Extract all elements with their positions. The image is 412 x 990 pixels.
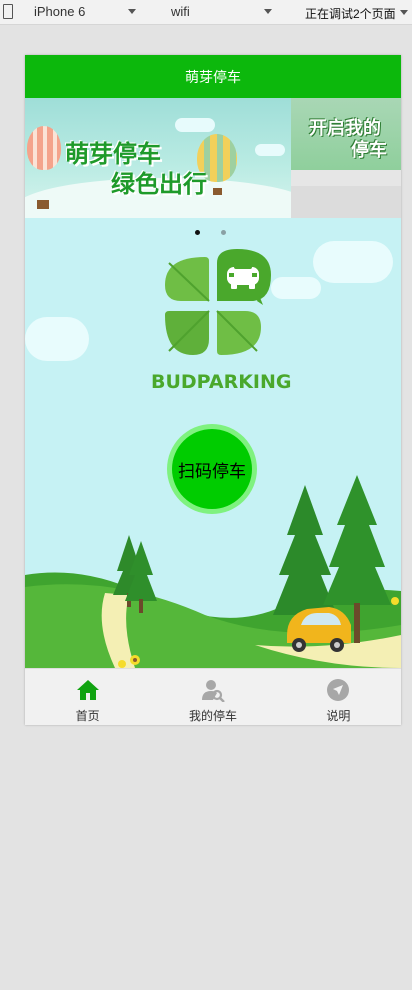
debug-status[interactable]: 正在调试2个页面 xyxy=(305,5,396,22)
balloon-basket xyxy=(213,188,222,195)
devtools-toolbar: iPhone 6 wifi 正在调试2个页面 xyxy=(0,0,412,25)
cloud-shape xyxy=(255,144,285,156)
banner-carousel[interactable]: 萌芽停车 绿色出行 开启我的 停车 xyxy=(25,98,401,218)
chevron-down-icon[interactable] xyxy=(264,9,272,14)
carousel-dot[interactable] xyxy=(221,230,226,235)
device-select[interactable]: iPhone 6 xyxy=(34,4,85,19)
device-toggle-icon[interactable] xyxy=(3,4,13,19)
banner-subline: 绿色出行 xyxy=(111,170,207,198)
tab-label: 我的停车 xyxy=(188,709,237,723)
network-select[interactable]: wifi xyxy=(171,4,190,19)
tab-my-parking[interactable]: 我的停车 xyxy=(150,669,275,725)
navigation-icon xyxy=(327,679,350,701)
phone-screen: 萌芽停车 萌芽停车 绿色出行 开启我的 停车 BUDPARKING 扫码停车 首… xyxy=(25,55,401,725)
carousel-dot-active[interactable] xyxy=(195,230,200,235)
chevron-down-icon[interactable] xyxy=(400,10,408,15)
clover-car-icon xyxy=(165,249,271,355)
budparking-logo: BUDPARKING xyxy=(151,245,292,405)
chevron-down-icon[interactable] xyxy=(128,9,136,14)
cloud-shape xyxy=(175,118,215,132)
cloud-shape xyxy=(313,241,393,283)
tab-label: 说明 xyxy=(326,709,351,723)
brand-text: BUDPARKING xyxy=(151,371,292,393)
home-icon xyxy=(76,680,99,700)
balloon-icon xyxy=(27,126,61,170)
scan-parking-label: 扫码停车 xyxy=(178,461,246,481)
page-title: 萌芽停车 xyxy=(185,68,241,85)
banner-subline: 停车 xyxy=(351,140,387,161)
tab-home[interactable]: 首页 xyxy=(25,669,150,725)
road-shape xyxy=(291,186,401,218)
bottom-tab-bar: 首页 我的停车 说明 xyxy=(25,668,401,725)
app-header: 萌芽停车 xyxy=(25,55,401,98)
cloud-shape xyxy=(25,317,89,361)
tab-instructions[interactable]: 说明 xyxy=(276,669,401,725)
banner-slide[interactable]: 萌芽停车 绿色出行 xyxy=(25,98,315,218)
scan-parking-button[interactable]: 扫码停车 xyxy=(172,429,252,509)
user-search-icon xyxy=(201,680,225,702)
banner-slide[interactable]: 开启我的 停车 xyxy=(291,98,401,218)
cloud-shape xyxy=(271,277,321,299)
balloon-basket xyxy=(37,200,49,209)
tab-label: 首页 xyxy=(75,709,100,723)
